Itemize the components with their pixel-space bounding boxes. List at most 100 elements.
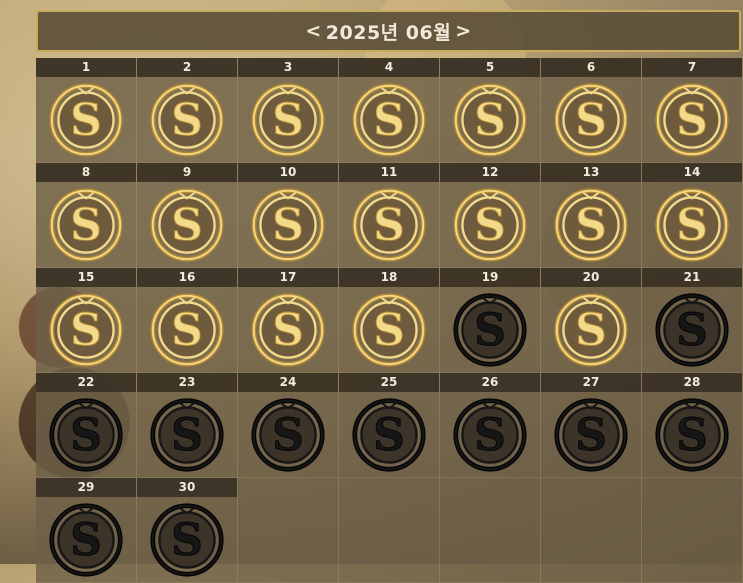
calendar-day-cell[interactable]: 7S (642, 58, 743, 163)
calendar-day-cell[interactable]: 2S (137, 58, 238, 163)
svg-text:S: S (171, 515, 203, 566)
svg-text:S: S (676, 200, 708, 251)
calendar-day-cell[interactable]: 9S (137, 163, 238, 268)
checked-coin-icon: S (250, 187, 326, 263)
next-month-button[interactable]: > (453, 20, 473, 42)
checked-coin-icon: S (149, 292, 225, 368)
day-number: 1 (36, 58, 136, 77)
day-number: 9 (137, 163, 237, 182)
svg-text:S: S (70, 200, 102, 251)
svg-text:S: S (575, 305, 607, 356)
empty-day-cell (440, 478, 541, 583)
svg-text:S: S (70, 515, 102, 566)
checked-coin-icon: S (553, 82, 629, 158)
calendar-day-cell[interactable]: 30 S (137, 478, 238, 583)
checked-coin-icon: S (553, 292, 629, 368)
calendar-day-cell[interactable]: 21 S (642, 268, 743, 373)
calendar-day-cell[interactable]: 23 S (137, 373, 238, 478)
day-number: 6 (541, 58, 641, 77)
calendar-day-cell[interactable]: 6S (541, 58, 642, 163)
svg-text:S: S (171, 95, 203, 146)
calendar-day-cell[interactable]: 12 S (440, 163, 541, 268)
svg-text:S: S (373, 410, 405, 461)
calendar-day-cell[interactable]: 19 S (440, 268, 541, 373)
calendar-day-cell[interactable]: 22 S (36, 373, 137, 478)
calendar-day-cell[interactable]: 28 S (642, 373, 743, 478)
calendar-day-cell[interactable]: 25 S (339, 373, 440, 478)
day-number: 16 (137, 268, 237, 287)
checked-coin-icon: S (553, 187, 629, 263)
day-number: 22 (36, 373, 136, 392)
calendar-day-cell[interactable]: 14 S (642, 163, 743, 268)
calendar-day-cell[interactable]: 16 S (137, 268, 238, 373)
svg-text:S: S (272, 200, 304, 251)
calendar-day-cell[interactable]: 4S (339, 58, 440, 163)
empty-day-cell (238, 478, 339, 583)
calendar-day-cell[interactable]: 29 S (36, 478, 137, 583)
svg-text:S: S (474, 95, 506, 146)
attendance-calendar: 1 S 2 S 3 S 4 S 5 S 6 S 7 S 8 S 9 S 10 S 11 S 12 S 13 S 14 S 15 S 16 S 1… (36, 58, 743, 583)
checked-coin-icon: S (654, 187, 730, 263)
checked-coin-icon: S (250, 82, 326, 158)
day-number: 11 (339, 163, 439, 182)
day-number: 5 (440, 58, 540, 77)
day-number: 13 (541, 163, 641, 182)
calendar-day-cell[interactable]: 15 S (36, 268, 137, 373)
day-number: 29 (36, 478, 136, 497)
calendar-day-cell[interactable]: 13 S (541, 163, 642, 268)
checked-coin-icon: S (149, 82, 225, 158)
unchecked-coin-icon: S (654, 397, 730, 473)
day-number: 2 (137, 58, 237, 77)
day-number: 8 (36, 163, 136, 182)
unchecked-coin-icon: S (48, 397, 124, 473)
day-number: 30 (137, 478, 237, 497)
month-header: < 2025년 06월 > (36, 10, 741, 52)
checked-coin-icon: S (250, 292, 326, 368)
svg-text:S: S (373, 200, 405, 251)
svg-text:S: S (171, 305, 203, 356)
unchecked-coin-icon: S (452, 397, 528, 473)
unchecked-coin-icon: S (250, 397, 326, 473)
calendar-day-cell[interactable]: 18 S (339, 268, 440, 373)
day-number: 21 (642, 268, 742, 287)
calendar-day-cell[interactable]: 11 S (339, 163, 440, 268)
svg-text:S: S (474, 305, 506, 356)
calendar-day-cell[interactable]: 8S (36, 163, 137, 268)
calendar-day-cell[interactable]: 27 S (541, 373, 642, 478)
checked-coin-icon: S (351, 292, 427, 368)
checked-coin-icon: S (48, 292, 124, 368)
calendar-day-cell[interactable]: 24 S (238, 373, 339, 478)
svg-text:S: S (676, 95, 708, 146)
calendar-day-cell[interactable]: 3S (238, 58, 339, 163)
day-number: 7 (642, 58, 742, 77)
unchecked-coin-icon: S (351, 397, 427, 473)
day-number: 25 (339, 373, 439, 392)
month-title: 2025년 06월 (325, 21, 452, 44)
prev-month-button[interactable]: < (303, 20, 323, 42)
day-number: 4 (339, 58, 439, 77)
checked-coin-icon: S (452, 187, 528, 263)
svg-text:S: S (474, 200, 506, 251)
calendar-day-cell[interactable]: 26 S (440, 373, 541, 478)
calendar-day-cell[interactable]: 10 S (238, 163, 339, 268)
calendar-day-cell[interactable]: 20 S (541, 268, 642, 373)
checked-coin-icon: S (48, 187, 124, 263)
day-number: 14 (642, 163, 742, 182)
unchecked-coin-icon: S (452, 292, 528, 368)
unchecked-coin-icon: S (149, 502, 225, 578)
checked-coin-icon: S (149, 187, 225, 263)
svg-text:S: S (676, 305, 708, 356)
svg-text:S: S (373, 95, 405, 146)
calendar-day-cell[interactable]: 5S (440, 58, 541, 163)
svg-text:S: S (373, 305, 405, 356)
unchecked-coin-icon: S (654, 292, 730, 368)
calendar-day-cell[interactable]: 1S (36, 58, 137, 163)
day-number: 19 (440, 268, 540, 287)
day-number: 10 (238, 163, 338, 182)
day-number: 18 (339, 268, 439, 287)
svg-text:S: S (575, 95, 607, 146)
day-number: 17 (238, 268, 338, 287)
day-number: 20 (541, 268, 641, 287)
checked-coin-icon: S (351, 187, 427, 263)
calendar-day-cell[interactable]: 17 S (238, 268, 339, 373)
